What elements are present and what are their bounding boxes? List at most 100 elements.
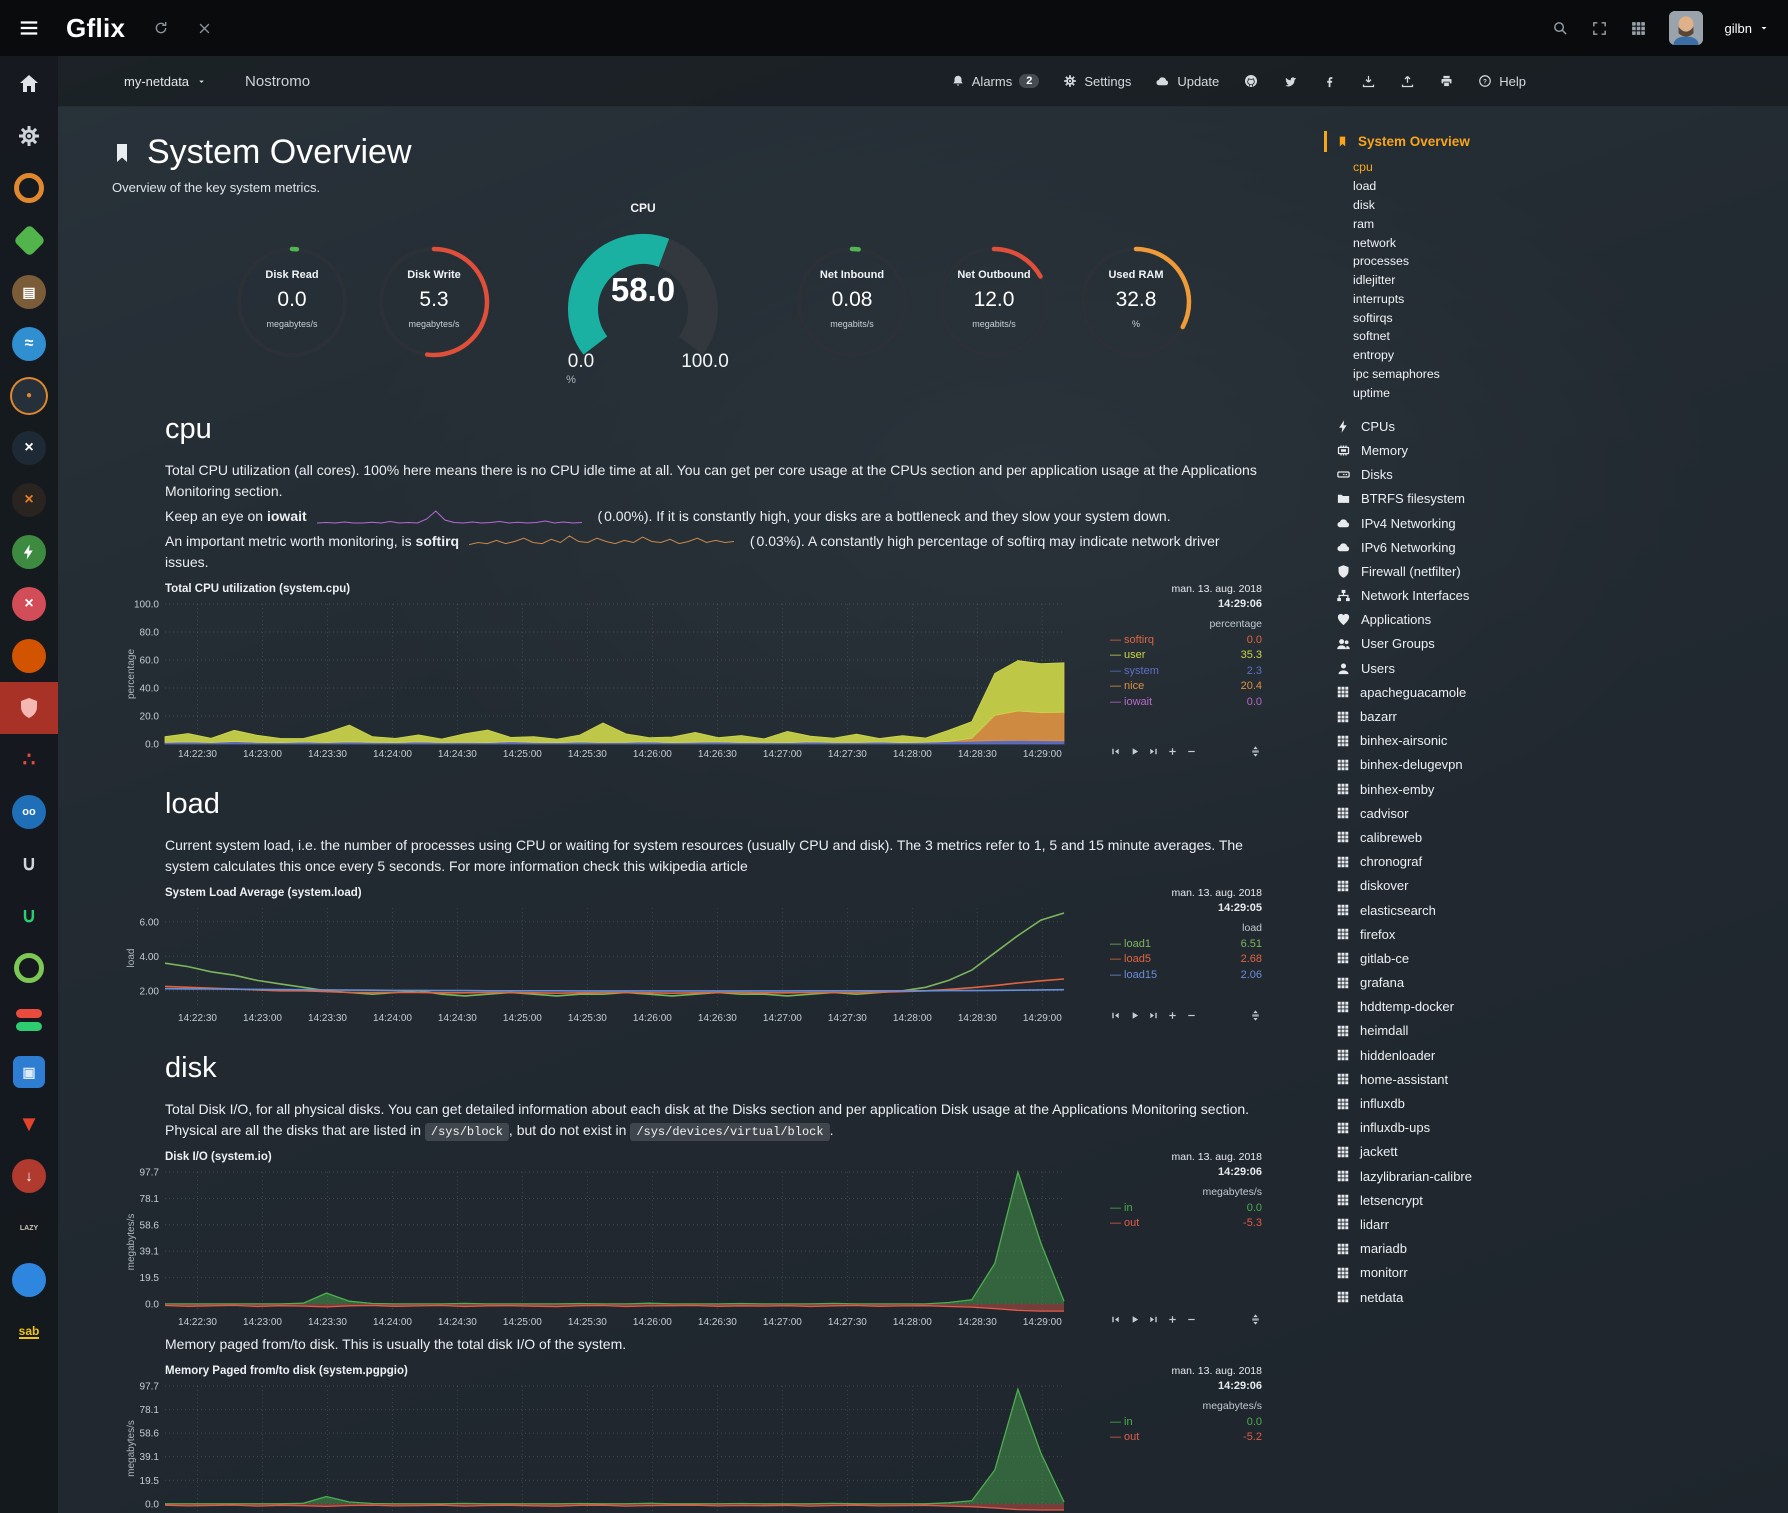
- menu-sub-entropy[interactable]: entropy: [1324, 346, 1788, 365]
- update-button[interactable]: Update: [1155, 74, 1219, 89]
- app-shortcut-app-flame-orange[interactable]: [0, 630, 58, 682]
- host-dropdown[interactable]: my-netdata: [124, 74, 207, 89]
- menu-app-calibreweb[interactable]: calibreweb: [1324, 825, 1788, 849]
- menu-app-mariadb[interactable]: mariadb: [1324, 1237, 1788, 1261]
- menu-sub-softnet[interactable]: softnet: [1324, 327, 1788, 346]
- app-shortcut-app-ring-green[interactable]: [0, 942, 58, 994]
- gauge-disk-write[interactable]: Disk Write5.3megabytes/s: [375, 243, 493, 361]
- menu-app-firefox[interactable]: firefox: [1324, 922, 1788, 946]
- gauge-net-inbound[interactable]: Net Inbound0.08megabits/s: [793, 243, 911, 361]
- chart-zoom-in-button[interactable]: [1167, 746, 1178, 757]
- menu-app-home-assistant[interactable]: home-assistant: [1324, 1067, 1788, 1091]
- app-shortcut-app-sabnzbd[interactable]: sab: [0, 1306, 58, 1358]
- app-shortcut-app-nextcloud[interactable]: oo: [0, 786, 58, 838]
- app-shortcut-home[interactable]: [0, 58, 58, 110]
- app-shortcut-app-u-gray[interactable]: ∪: [0, 838, 58, 890]
- chart-nav-forward-button[interactable]: [1148, 1010, 1159, 1021]
- chart-zoom-in-button[interactable]: [1167, 1010, 1178, 1021]
- menu-section-applications[interactable]: Applications: [1324, 608, 1788, 632]
- menu-app-binhex-emby[interactable]: binhex-emby: [1324, 777, 1788, 801]
- menu-sub-uptime[interactable]: uptime: [1324, 383, 1788, 402]
- gauge-net-outbound[interactable]: Net Outbound12.0megabits/s: [935, 243, 1053, 361]
- legend-item-load1[interactable]: — load16.51: [1110, 937, 1262, 952]
- menu-app-apacheguacamole[interactable]: apacheguacamole: [1324, 680, 1788, 704]
- gauge-used-ram[interactable]: Used RAM32.8%: [1077, 243, 1195, 361]
- menu-section-network-interfaces[interactable]: Network Interfaces: [1324, 583, 1788, 607]
- menu-app-influxdb-ups[interactable]: influxdb-ups: [1324, 1116, 1788, 1140]
- app-shortcut-app-bolt-green[interactable]: [0, 526, 58, 578]
- menu-app-binhex-airsonic[interactable]: binhex-airsonic: [1324, 729, 1788, 753]
- chart-plot-area[interactable]: Total CPU utilization (system.cpu)14:22:…: [125, 583, 1072, 762]
- menu-app-grafana[interactable]: grafana: [1324, 970, 1788, 994]
- twitter-icon[interactable]: [1283, 74, 1298, 89]
- chart-zoom-out-button[interactable]: [1186, 746, 1197, 757]
- menu-app-binhex-delugevpn[interactable]: binhex-delugevpn: [1324, 753, 1788, 777]
- app-shortcut-app-u-green[interactable]: ∪: [0, 890, 58, 942]
- menu-sub-cpu[interactable]: cpu: [1324, 158, 1788, 177]
- menu-app-letsencrypt[interactable]: letsencrypt: [1324, 1188, 1788, 1212]
- chart-nav-forward-button[interactable]: [1148, 746, 1159, 757]
- menu-app-hiddenloader[interactable]: hiddenloader: [1324, 1043, 1788, 1067]
- menu-app-chronograf[interactable]: chronograf: [1324, 850, 1788, 874]
- legend-item-out[interactable]: — out-5.3: [1110, 1216, 1262, 1231]
- legend-item-in[interactable]: — in0.0: [1110, 1415, 1262, 1430]
- print-icon[interactable]: [1439, 74, 1454, 89]
- app-shortcut-app-airsonic[interactable]: ≈: [0, 318, 58, 370]
- legend-item-nice[interactable]: — nice20.4: [1110, 679, 1262, 694]
- chart-nav-backward-button[interactable]: [1110, 1314, 1121, 1325]
- fullscreen-icon[interactable]: [1591, 20, 1608, 37]
- chart-zoom-out-button[interactable]: [1186, 1314, 1197, 1325]
- menu-sub-ipc-semaphores[interactable]: ipc semaphores: [1324, 365, 1788, 384]
- app-shortcut-app-organizr[interactable]: ×: [0, 474, 58, 526]
- legend-item-user[interactable]: — user35.3: [1110, 648, 1262, 663]
- app-shortcut-app-lazylibrarian[interactable]: LAZY: [0, 1202, 58, 1254]
- menu-section-btrfs-filesystem[interactable]: BTRFS filesystem: [1324, 487, 1788, 511]
- download-snapshot-icon[interactable]: [1361, 74, 1376, 89]
- menu-sub-interrupts[interactable]: interrupts: [1324, 289, 1788, 308]
- menu-section-firewall-netfilter[interactable]: Firewall (netfilter): [1324, 559, 1788, 583]
- refresh-tab-button[interactable]: [153, 20, 169, 36]
- menu-app-monitorr[interactable]: monitorr: [1324, 1261, 1788, 1285]
- legend-item-softirq[interactable]: — softirq0.0: [1110, 633, 1262, 648]
- legend-item-in[interactable]: — in0.0: [1110, 1201, 1262, 1216]
- menu-app-lidarr[interactable]: lidarr: [1324, 1212, 1788, 1236]
- legend-item-load5[interactable]: — load52.68: [1110, 952, 1262, 967]
- app-shortcut-app-ring-orange[interactable]: [0, 162, 58, 214]
- gauge-cpu[interactable]: CPU58.00.0100.0%: [543, 217, 743, 387]
- app-shortcut-app-library[interactable]: ▤: [0, 266, 58, 318]
- chart-plot-area[interactable]: Memory Paged from/to disk (system.pgpgio…: [125, 1365, 1072, 1513]
- gauge-disk-read[interactable]: Disk Read0.0megabytes/s: [233, 243, 351, 361]
- menu-section-user-groups[interactable]: User Groups: [1324, 632, 1788, 656]
- menu-app-cadvisor[interactable]: cadvisor: [1324, 801, 1788, 825]
- chart-nav-backward-button[interactable]: [1110, 1010, 1121, 1021]
- menu-app-bazarr[interactable]: bazarr: [1324, 704, 1788, 728]
- menu-sub-disk[interactable]: disk: [1324, 196, 1788, 215]
- menu-app-elasticsearch[interactable]: elasticsearch: [1324, 898, 1788, 922]
- apps-grid-icon[interactable]: [1630, 20, 1647, 37]
- app-shortcut-app-gitlab[interactable]: ▼: [0, 1098, 58, 1150]
- menu-app-heimdall[interactable]: heimdall: [1324, 1019, 1788, 1043]
- chart-plot-area[interactable]: System Load Average (system.load)14:22:3…: [125, 887, 1072, 1026]
- app-shortcut-app-bars[interactable]: [0, 994, 58, 1046]
- menu-section-ipv4-networking[interactable]: IPv4 Networking: [1324, 511, 1788, 535]
- app-shortcut-app-drop-blue[interactable]: [0, 1254, 58, 1306]
- app-shortcut-app-emby[interactable]: [0, 214, 58, 266]
- app-shortcut-app-download-red[interactable]: ↓: [0, 1150, 58, 1202]
- facebook-icon[interactable]: [1322, 74, 1337, 89]
- menu-section-users[interactable]: Users: [1324, 656, 1788, 680]
- github-icon[interactable]: [1243, 73, 1259, 89]
- chart-resize-handle[interactable]: [1249, 1009, 1262, 1022]
- app-shortcut-app-dark-star[interactable]: ×: [0, 422, 58, 474]
- search-icon[interactable]: [1552, 20, 1569, 37]
- app-shortcut-app-pink[interactable]: ×: [0, 578, 58, 630]
- menu-system-overview[interactable]: System Overview: [1324, 131, 1788, 152]
- menu-section-disks[interactable]: Disks: [1324, 463, 1788, 487]
- chart-plot-area[interactable]: Disk I/O (system.io)14:22:3014:23:0014:2…: [125, 1151, 1072, 1330]
- user-menu[interactable]: gilbn: [1725, 21, 1770, 36]
- menu-app-hddtemp-docker[interactable]: hddtemp-docker: [1324, 995, 1788, 1019]
- app-shortcut-settings[interactable]: [0, 110, 58, 162]
- chart-nav-backward-button[interactable]: [1110, 746, 1121, 757]
- legend-item-system[interactable]: — system2.3: [1110, 664, 1262, 679]
- menu-sub-network[interactable]: network: [1324, 233, 1788, 252]
- menu-section-ipv6-networking[interactable]: IPv6 Networking: [1324, 535, 1788, 559]
